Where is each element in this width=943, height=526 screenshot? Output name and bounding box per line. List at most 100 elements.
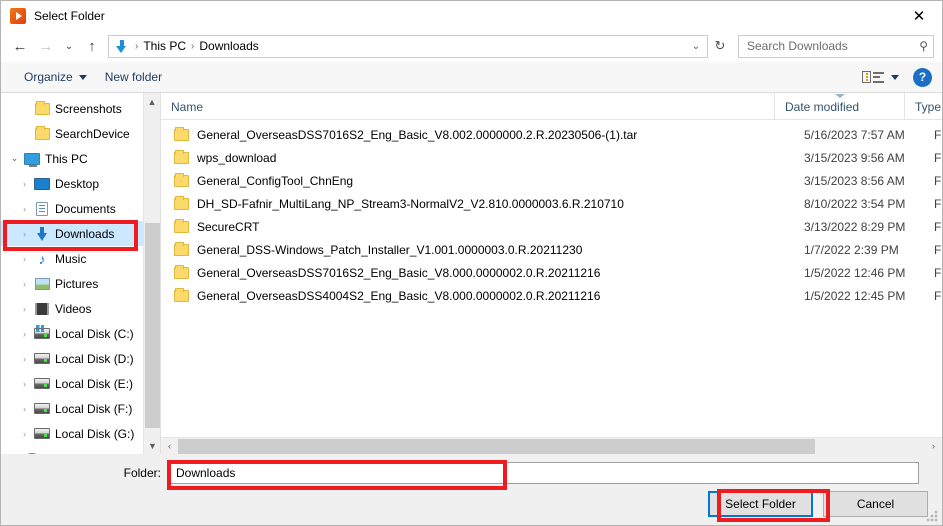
chevron-right-icon[interactable]: › [17, 329, 32, 339]
sidebar-item-downloads[interactable]: › Downloads [1, 221, 160, 246]
table-row[interactable]: General_ConfigTool_ChnEng 3/15/2023 8:56 … [161, 169, 942, 192]
file-rows: General_OverseasDSS7016S2_Eng_Basic_V8.0… [161, 120, 942, 437]
chevron-right-icon[interactable]: › [17, 354, 32, 364]
file-date-cell: 3/15/2023 9:56 AM [804, 150, 905, 165]
file-type-cell: File fold [934, 150, 942, 165]
column-headers: Name Date modified Type [161, 93, 942, 120]
organize-label: Organize [24, 70, 73, 84]
videos-icon [32, 301, 52, 317]
table-row[interactable]: DH_SD-Fafnir_MultiLang_NP_Stream3-Normal… [161, 192, 942, 215]
sidebar-scroll-thumb[interactable] [145, 223, 160, 428]
sidebar-item-local-disk-g[interactable]: › Local Disk (G:) [1, 421, 160, 446]
sidebar-item-desktop[interactable]: › Desktop [1, 171, 160, 196]
sidebar-item-local-disk-e[interactable]: › Local Disk (E:) [1, 371, 160, 396]
sidebar-item-videos[interactable]: › Videos [1, 296, 160, 321]
horizontal-scroll-thumb[interactable] [178, 438, 815, 454]
column-header-type[interactable]: Type [904, 93, 942, 119]
file-date-cell: 1/5/2022 12:45 PM [804, 288, 906, 303]
sidebar-item-label: Local Disk (C:) [55, 326, 134, 341]
column-header-date-modified[interactable]: Date modified [774, 93, 904, 119]
new-folder-button[interactable]: New folder [96, 66, 171, 88]
sidebar-item-searchdevice[interactable]: SearchDevice [1, 121, 160, 146]
sidebar-item-documents[interactable]: › Documents [1, 196, 160, 221]
chevron-down-icon [78, 74, 87, 80]
music-icon: ♪ [38, 250, 46, 267]
cancel-button[interactable]: Cancel [823, 491, 928, 517]
column-header-name[interactable]: Name [161, 93, 774, 119]
navigation-bar: ← → ⌄ ↑ › This PC › Downloads ⌄ ↻ Search… [1, 30, 942, 62]
sidebar-scroll-up-icon[interactable]: ▲ [144, 93, 160, 110]
table-row[interactable]: General_OverseasDSS7016S2_Eng_Basic_V8.0… [161, 261, 942, 284]
pc-icon [22, 151, 42, 167]
chevron-right-icon[interactable]: › [17, 429, 32, 439]
forward-icon[interactable]: → [33, 33, 59, 59]
sidebar-item-network[interactable]: ›Network [1, 446, 160, 454]
folder-name-input[interactable]: Downloads [169, 462, 919, 484]
sidebar-item-screenshots[interactable]: Screenshots [1, 96, 160, 121]
chevron-right-icon[interactable]: › [17, 304, 32, 314]
sidebar-item-local-disk-d[interactable]: › Local Disk (D:) [1, 346, 160, 371]
organize-button[interactable]: Organize [15, 66, 96, 88]
sidebar-item-label: Desktop [55, 176, 100, 191]
table-row[interactable]: General_OverseasDSS7016S2_Eng_Basic_V8.0… [161, 123, 942, 146]
select-folder-button[interactable]: Select Folder [708, 491, 813, 517]
sidebar-scroll-down-icon[interactable]: ▼ [144, 437, 160, 454]
pictures-icon [32, 276, 52, 292]
table-row[interactable]: wps_download 3/15/2023 9:56 AM File fold [161, 146, 942, 169]
folder-icon [173, 218, 189, 233]
file-name-cell: General_ConfigTool_ChnEng [197, 173, 354, 188]
chevron-right-icon[interactable]: › [17, 279, 32, 289]
file-date-cell: 1/5/2022 12:46 PM [804, 265, 906, 280]
scroll-right-icon[interactable]: › [925, 441, 942, 451]
drive-icon [32, 376, 52, 392]
chevron-right-icon[interactable]: › [17, 379, 32, 389]
command-toolbar: Organize New folder ? [1, 62, 942, 93]
scroll-left-icon[interactable]: ‹ [161, 441, 178, 451]
back-icon[interactable]: ← [7, 33, 33, 59]
sidebar-item-this-pc[interactable]: ⌄ This PC [1, 146, 160, 171]
file-name-cell: General_OverseasDSS7016S2_Eng_Basic_V8.0… [197, 265, 601, 280]
horizontal-scroll-track[interactable] [178, 438, 925, 455]
window-title: Select Folder [34, 8, 105, 23]
search-input[interactable]: Search Downloads ⚲ [738, 34, 934, 58]
chevron-right-icon[interactable]: › [17, 404, 32, 414]
list-view-icon[interactable] [859, 68, 887, 86]
sidebar-item-local-disk-f[interactable]: › Local Disk (F:) [1, 396, 160, 421]
chevron-right-icon[interactable]: › [17, 254, 32, 264]
up-icon[interactable]: ↑ [79, 33, 105, 59]
close-icon[interactable]: ✕ [896, 1, 942, 30]
recent-locations-icon[interactable]: ⌄ [59, 33, 79, 59]
media-player-icon [10, 7, 26, 24]
folder-label: Folder: [123, 466, 161, 480]
sidebar-item-pictures[interactable]: › Pictures [1, 271, 160, 296]
chevron-right-icon[interactable]: › [17, 204, 32, 214]
table-row[interactable]: General_DSS-Windows_Patch_Installer_V1.0… [161, 238, 942, 261]
sidebar-item-label: Local Disk (E:) [55, 376, 134, 391]
search-placeholder: Search Downloads [747, 39, 848, 53]
sidebar-scrollbar[interactable]: ▲ ▼ [143, 93, 160, 454]
view-dropdown-icon[interactable] [891, 74, 899, 80]
documents-icon [32, 201, 52, 217]
file-date-cell: 8/10/2022 3:54 PM [804, 196, 906, 211]
resize-grip[interactable] [926, 510, 938, 522]
sidebar-item-music[interactable]: › ♪ Music [1, 246, 160, 271]
chevron-right-icon[interactable]: › [17, 229, 32, 239]
folder-icon [173, 195, 189, 210]
address-bar[interactable]: › This PC › Downloads ⌄ [108, 34, 708, 58]
refresh-icon[interactable]: ↻ [709, 35, 731, 58]
sidebar-item-local-disk-c[interactable]: › Local Disk (C:) [1, 321, 160, 346]
sidebar-item-label: Documents [55, 201, 116, 216]
breadcrumb-downloads[interactable]: Downloads [197, 39, 260, 53]
horizontal-scrollbar[interactable]: ‹ › [161, 437, 942, 454]
chevron-down-icon[interactable]: ⌄ [7, 153, 22, 164]
column-header-name-label: Name [171, 100, 204, 114]
table-row[interactable]: SecureCRT 3/13/2022 8:29 PM File fold [161, 215, 942, 238]
address-dropdown-icon[interactable]: ⌄ [687, 41, 705, 52]
table-row[interactable]: General_OverseasDSS4004S2_Eng_Basic_V8.0… [161, 284, 942, 307]
chevron-right-icon[interactable]: › [17, 179, 32, 189]
search-icon: ⚲ [919, 39, 928, 53]
folder-field-row: Folder: Downloads [1, 462, 942, 484]
breadcrumb-this-pc[interactable]: This PC [141, 39, 188, 53]
downloads-arrow-icon [113, 38, 130, 55]
help-icon[interactable]: ? [913, 67, 932, 87]
